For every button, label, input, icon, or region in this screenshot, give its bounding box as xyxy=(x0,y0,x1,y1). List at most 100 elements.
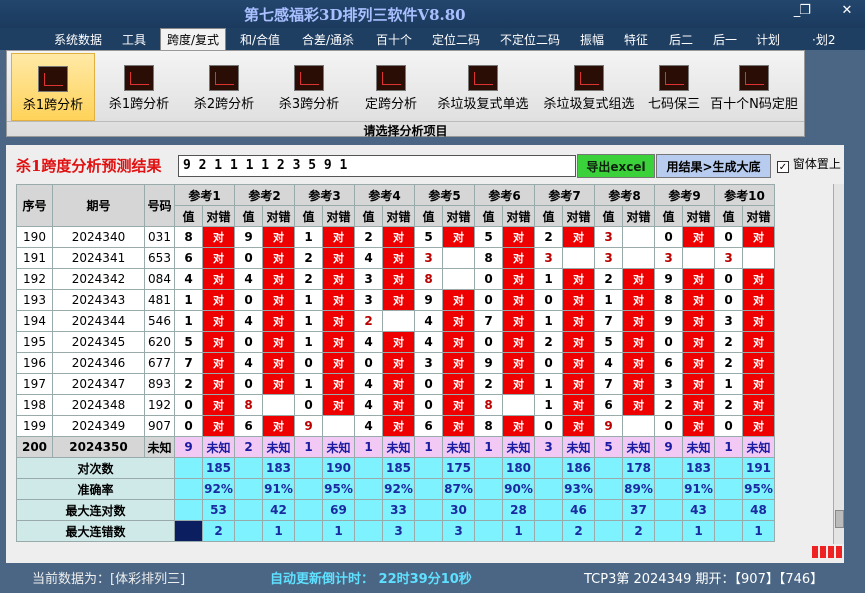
table-row[interactable]: 199 2024349 907 0 对 6 对 9 4 对 6 对 8 对 0 对 9 0 对 0 对 xyxy=(16,415,775,437)
cell-result-right: 对 xyxy=(742,352,775,374)
cell-seq: 190 xyxy=(16,226,53,248)
window-ontop-toggle[interactable]: ✓ 窗体置上 xyxy=(777,155,841,173)
pending-row[interactable]: 200 2024350 未知 9 未知 2 未知 1 未知 1 未知 1 未知 1 未知 3 未知 5 未知 9 未知 1… xyxy=(16,436,775,458)
stats-value: 28 xyxy=(502,499,535,521)
subheader-value: 值 xyxy=(594,205,623,227)
cell-result-right: 对 xyxy=(682,352,715,374)
cell-value: 8 xyxy=(474,247,503,269)
cell-value: 4 xyxy=(414,310,443,332)
menu-system-data[interactable]: 系统数据 xyxy=(54,31,102,48)
menu-last1[interactable]: 后一 xyxy=(713,31,737,48)
cell-value: 4 xyxy=(234,310,263,332)
header-period: 期号 xyxy=(52,184,145,227)
stats-row: 准确率 92% 91% 95% 92% 87% 90% 93% 89% 91% 95% xyxy=(16,478,775,500)
ribbon-junk-single[interactable]: 杀垃圾复式单选 xyxy=(431,53,535,121)
checkbox-icon[interactable]: ✓ xyxy=(777,161,789,173)
update-countdown: 自动更新倒计时： 22时39分10秒 xyxy=(270,572,472,587)
data-source-status: 当前数据为：[体彩排列三] xyxy=(32,572,186,587)
ribbon-junk-group[interactable]: 杀垃圾复式组选 xyxy=(537,53,641,121)
cell-result-right: 对 xyxy=(742,310,775,332)
header-ref: 参考6 xyxy=(474,184,535,206)
table-row[interactable]: 193 2024343 481 1 对 0 对 1 对 3 对 9 对 0 对 0 对 1 对 8 对 0 对 xyxy=(16,289,775,311)
export-excel-button[interactable]: 导出excel xyxy=(577,154,655,178)
chart-icon xyxy=(468,65,498,91)
menu-feature[interactable]: 特征 xyxy=(624,31,648,48)
window-title: 第七感福彩3D排列三软件V8.80 xyxy=(244,6,466,24)
stats-blank xyxy=(654,520,683,542)
cell-value: 3 xyxy=(354,289,383,311)
stats-value: 89% xyxy=(622,478,655,500)
menu-plan[interactable]: 计划 xyxy=(756,31,780,48)
cell-value: 8 xyxy=(654,289,683,311)
cell-result-unknown: 未知 xyxy=(382,436,415,458)
vertical-scrollbar[interactable] xyxy=(833,184,844,544)
cell-value: 4 xyxy=(354,394,383,416)
table-row[interactable]: 192 2024342 084 4 对 4 对 2 对 3 对 8 0 对 1 对 2 对 9 对 0 对 xyxy=(16,268,775,290)
ribbon-seven-code[interactable]: 七码保三 xyxy=(643,53,705,121)
cell-value: 1 xyxy=(414,436,443,458)
cell-value: 0 xyxy=(234,247,263,269)
menu-amplitude[interactable]: 振幅 xyxy=(580,31,604,48)
cell-result-right: 对 xyxy=(382,352,415,374)
ribbon-fixed-span[interactable]: 定跨分析 xyxy=(355,53,427,121)
stats-blank xyxy=(534,520,563,542)
ribbon-panel: 杀1跨分析 杀1跨分析 杀2跨分析 杀3跨分析 定跨分析 杀垃圾复式单选 杀垃圾… xyxy=(6,50,805,138)
menu-pos2[interactable]: 定位二码 xyxy=(432,31,480,48)
close-button[interactable]: ✕ xyxy=(836,3,858,18)
menu-nonpos2[interactable]: 不定位二码 xyxy=(500,31,560,48)
ribbon-kill2-span[interactable]: 杀2跨分析 xyxy=(185,53,263,121)
ribbon-kill1-span[interactable]: 杀1跨分析 xyxy=(101,53,177,121)
stats-value: 48 xyxy=(742,499,775,521)
menu-diff[interactable]: 合差/通杀 xyxy=(302,31,354,48)
result-field[interactable]: 9 2 1 1 1 1 2 3 5 9 1 xyxy=(178,155,576,177)
table-row[interactable]: 194 2024344 546 1 对 4 对 1 对 2 4 对 7 对 1 对 7 对 9 对 3 对 xyxy=(16,310,775,332)
menu-last2[interactable]: 后二 xyxy=(669,31,693,48)
table-row[interactable]: 196 2024346 677 7 对 4 对 0 对 0 对 3 对 9 对 0 对 4 对 6 对 2 对 xyxy=(16,352,775,374)
ribbon-kill1-span-selected[interactable]: 杀1跨分析 xyxy=(11,53,95,121)
analysis-panel: 杀1跨度分析预测结果 9 2 1 1 1 1 2 3 5 9 1 导出excel… xyxy=(6,145,844,563)
cell-result-unknown: 未知 xyxy=(622,436,655,458)
ribbon-kill3-span[interactable]: 杀3跨分析 xyxy=(271,53,347,121)
ribbon-bsg-n[interactable]: 百十个N码定胆 xyxy=(707,53,801,121)
cell-result-right: 对 xyxy=(202,373,235,395)
table-row[interactable]: 198 2024348 192 0 对 8 0 对 4 对 0 对 8 1 对 6 对 2 对 2 对 xyxy=(16,394,775,416)
menu-plan2[interactable]: ·划2 xyxy=(812,31,835,48)
stats-blank xyxy=(234,520,263,542)
cell-value: 2 xyxy=(654,394,683,416)
cell-value: 2 xyxy=(354,310,383,332)
table-row[interactable]: 190 2024340 031 8 对 9 对 1 对 2 对 5 对 5 对 2 对 3 0 对 0 对 xyxy=(16,226,775,248)
cell-value: 4 xyxy=(234,268,263,290)
cell-value: 1 xyxy=(714,373,743,395)
cell-result-blank xyxy=(502,394,535,416)
cell-result-right: 对 xyxy=(562,373,595,395)
cell-result-right: 对 xyxy=(682,415,715,437)
generate-base-button[interactable]: 用结果>生成大底 xyxy=(656,154,771,178)
cell-result-right: 对 xyxy=(742,289,775,311)
cell-value: 0 xyxy=(474,331,503,353)
subheader-value: 值 xyxy=(354,205,383,227)
cell-seq: 200 xyxy=(16,436,53,458)
menu-bsg[interactable]: 百十个 xyxy=(376,31,412,48)
cell-result-right: 对 xyxy=(382,373,415,395)
cell-value: 7 xyxy=(594,373,623,395)
table-row[interactable]: 191 2024341 653 6 对 0 对 2 对 4 对 3 8 对 3 3 3 3 xyxy=(16,247,775,269)
table-row[interactable]: 195 2024345 620 5 对 0 对 1 对 4 对 4 对 0 对 2 对 5 对 0 对 2 对 xyxy=(16,331,775,353)
cell-value: 0 xyxy=(654,415,683,437)
cell-value: 0 xyxy=(414,373,443,395)
restore-button[interactable]: ❐ xyxy=(794,3,816,18)
stats-value: 46 xyxy=(562,499,595,521)
cell-seq: 198 xyxy=(16,394,53,416)
chart-icon xyxy=(38,66,68,92)
cell-num: 481 xyxy=(144,289,175,311)
stats-blank xyxy=(654,499,683,521)
menu-tools[interactable]: 工具 xyxy=(122,31,146,48)
cell-result-right: 对 xyxy=(202,415,235,437)
header-ref: 参考3 xyxy=(294,184,355,206)
scrollbar-thumb[interactable] xyxy=(835,510,844,528)
cell-period: 2024341 xyxy=(52,247,145,269)
table-row[interactable]: 197 2024347 893 2 对 0 对 1 对 4 对 0 对 2 对 1 对 7 对 3 对 1 对 xyxy=(16,373,775,395)
cell-value: 0 xyxy=(234,373,263,395)
subheader-value: 值 xyxy=(654,205,683,227)
menu-sum[interactable]: 和/合值 xyxy=(240,31,280,48)
menu-span-compound[interactable]: 跨度/复式 xyxy=(160,28,227,50)
